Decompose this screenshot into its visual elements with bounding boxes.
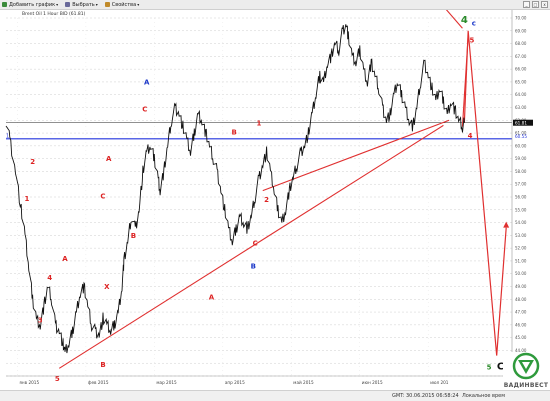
y-tick-label: 56.00 xyxy=(515,195,527,200)
logo-text: ВАДИНВЕСТ xyxy=(503,382,549,389)
y-tick-label: 54.00 xyxy=(515,220,527,225)
wave-label: C xyxy=(142,105,147,113)
properties-label: Свойства xyxy=(111,1,137,8)
y-tick-label: 67.00 xyxy=(515,54,527,59)
cursor-icon xyxy=(65,2,71,7)
reference-level-label: 60.55 xyxy=(515,134,527,139)
y-tick-label: 66.00 xyxy=(515,67,527,72)
window-controls: _ □ x xyxy=(523,0,548,9)
wave-label: B xyxy=(232,128,237,136)
y-tick-label: 70.00 xyxy=(515,16,527,21)
properties-menu[interactable]: Свойства ▾ xyxy=(103,2,139,8)
wave-label: B xyxy=(131,232,136,240)
wave-label: B xyxy=(100,361,105,369)
add-chart-menu[interactable]: Добавить график ▾ xyxy=(0,2,58,8)
status-gmt-time: GMT: 30.06.2015 06:58:24 xyxy=(392,393,459,399)
wave-label: X xyxy=(104,283,110,291)
wave-label: A xyxy=(209,293,215,301)
wave-label: 4 xyxy=(47,274,52,282)
x-tick-label: апр 2015 xyxy=(225,380,245,385)
status-bar: GMT: 30.06.2015 06:58:24 Локальное врем xyxy=(0,390,550,401)
wave-label: A xyxy=(62,255,68,263)
y-tick-label: 60.00 xyxy=(515,143,527,148)
y-tick-label: 45.00 xyxy=(515,335,527,340)
chevron-down-icon: ▾ xyxy=(95,2,98,7)
y-tick-label: 65.00 xyxy=(515,79,527,84)
price-chart[interactable]: 1 34c5AC1B2A1CB2CBAA4X3B5C345C 70.0069.0… xyxy=(0,0,550,397)
chart-area[interactable]: 1 34c5AC1B2A1CB2CBAA4X3B5C345C 70.0069.0… xyxy=(0,0,550,397)
x-tick-label: мар 2015 xyxy=(156,380,177,385)
toolbar: Добавить график ▾ Выбрать ▾ Свойства ▾ _… xyxy=(0,0,550,10)
y-tick-label: 47.00 xyxy=(515,310,527,315)
y-tick-label: 59.00 xyxy=(515,156,527,161)
add-chart-label: Добавить график xyxy=(9,1,56,8)
y-tick-label: 53.00 xyxy=(515,233,527,238)
wave-label: 5 xyxy=(470,36,475,44)
wave-label: 5 xyxy=(487,364,492,372)
y-tick-label: 68.00 xyxy=(515,41,527,46)
wave-label: A xyxy=(106,155,112,163)
y-tick-label: 64.00 xyxy=(515,92,527,97)
x-tick-label: июл 201 xyxy=(430,380,449,385)
maximize-button[interactable]: □ xyxy=(532,1,539,8)
y-tick-label: 58.00 xyxy=(515,169,527,174)
select-menu[interactable]: Выбрать ▾ xyxy=(63,2,98,8)
vadinvest-logo: ВАДИНВЕСТ xyxy=(503,352,549,392)
chart-background xyxy=(0,10,550,390)
wave-label: B xyxy=(251,263,256,271)
chevron-down-icon: ▾ xyxy=(56,2,59,7)
add-chart-icon xyxy=(2,2,7,7)
x-tick-label: фев 2015 xyxy=(88,380,109,385)
y-tick-label: 50.00 xyxy=(515,271,527,276)
y-tick-label: 57.00 xyxy=(515,182,527,187)
logo-emblem-icon xyxy=(512,352,540,380)
wave-label: 3 xyxy=(38,316,43,324)
wave-label: c xyxy=(472,20,476,28)
wave-label: A xyxy=(144,78,150,86)
select-label: Выбрать xyxy=(72,1,95,8)
current-price-label: 61.81 xyxy=(515,120,527,125)
wave-label: 5 xyxy=(55,375,60,383)
y-tick-label: 55.00 xyxy=(515,207,527,212)
y-tick-label: 51.00 xyxy=(515,258,527,263)
wave-label: 4 xyxy=(468,132,473,140)
y-tick-label: 69.00 xyxy=(515,28,527,33)
wave-label: C xyxy=(253,240,258,248)
y-tick-label: 52.00 xyxy=(515,246,527,251)
status-time-mode[interactable]: Локальное врем xyxy=(462,393,505,399)
x-tick-label: июн 2015 xyxy=(362,380,383,385)
close-button[interactable]: x xyxy=(541,1,548,8)
y-tick-label: 48.00 xyxy=(515,297,527,302)
y-tick-label: 46.00 xyxy=(515,322,527,327)
wave-label: 2 xyxy=(30,158,35,166)
wave-label: 4 xyxy=(461,15,468,26)
y-tick-label: 63.00 xyxy=(515,105,527,110)
wave-label: C xyxy=(100,192,105,200)
chevron-down-icon: ▾ xyxy=(137,2,140,7)
wave-label: 1 xyxy=(257,119,262,127)
y-tick-label: 49.00 xyxy=(515,284,527,289)
properties-icon xyxy=(104,2,110,7)
wave-label: 2 xyxy=(264,196,269,204)
x-tick-label: янв 2015 xyxy=(19,380,39,385)
wave-label: 1 xyxy=(24,195,29,203)
minimize-button[interactable]: _ xyxy=(523,1,530,8)
level-marker: 1 xyxy=(6,133,9,139)
x-tick-label: май 2015 xyxy=(293,380,314,385)
instrument-label: Brent Oil 1 Hour BID (61.81) xyxy=(22,11,86,17)
